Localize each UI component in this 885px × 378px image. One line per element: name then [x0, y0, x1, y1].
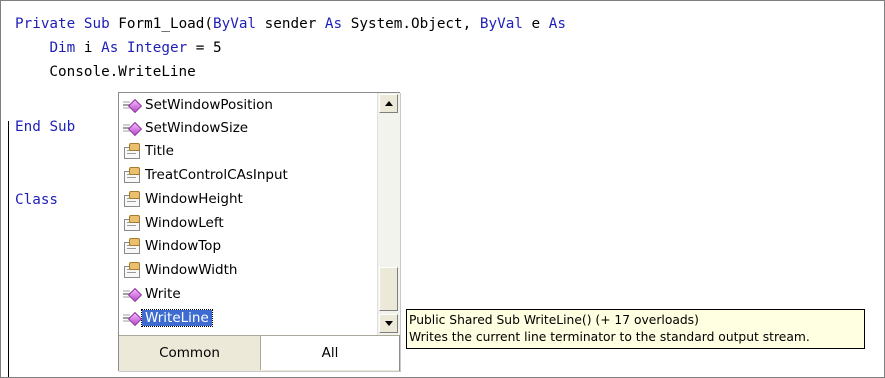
completion-item-label: SetWindowPosition — [145, 97, 273, 113]
scroll-up-button[interactable] — [379, 94, 398, 113]
code-text: System.Object, — [342, 16, 480, 32]
completion-item-label: Write — [145, 286, 181, 302]
completion-item[interactable]: Title — [121, 140, 375, 162]
keyword: Integer — [126, 40, 188, 56]
code-text: = 5 — [187, 40, 222, 56]
keyword: Dim — [49, 40, 76, 56]
property-icon — [123, 191, 140, 207]
keyword: Private — [15, 16, 76, 32]
quick-info-tooltip: Public Shared Sub WriteLine() (+ 17 over… — [406, 309, 865, 349]
code-line-1[interactable]: Private Sub Form1_Load(ByVal sender As S… — [15, 15, 566, 33]
keyword: As — [324, 16, 343, 32]
intellisense-popup[interactable]: SetWindowPosition SetWindowSize Title Tr… — [118, 92, 400, 371]
completion-item[interactable]: WindowHeight — [121, 188, 375, 210]
method-icon — [123, 97, 143, 114]
completion-item-label: WriteLine — [141, 309, 213, 327]
completion-item[interactable]: WindowTop — [121, 235, 375, 257]
property-icon — [123, 167, 140, 183]
scroll-thumb[interactable] — [379, 267, 398, 311]
keyword: As — [101, 40, 119, 56]
property-icon — [123, 262, 140, 278]
completion-item-label: WindowLeft — [145, 215, 224, 231]
method-icon — [123, 286, 143, 303]
completion-item[interactable]: WindowWidth — [121, 259, 375, 281]
code-text: sender — [256, 16, 325, 32]
completion-item-label: WindowTop — [145, 238, 222, 254]
completion-item[interactable]: WindowLeft — [121, 212, 375, 234]
property-icon — [123, 238, 140, 254]
code-text: Form1_Load( — [109, 16, 213, 32]
completion-item-label: SetWindowSize — [145, 120, 249, 136]
tab-common[interactable]: Common — [119, 336, 260, 370]
code-text: e — [522, 16, 549, 32]
tab-all[interactable]: All — [260, 336, 399, 370]
code-text: i — [75, 40, 102, 56]
arrow-down-icon — [385, 321, 393, 326]
keyword: ByVal — [213, 16, 257, 32]
editor-margin-line — [8, 121, 9, 377]
keyword: Sub — [83, 16, 110, 32]
keyword: ByVal — [479, 16, 523, 32]
tooltip-signature: Public Shared Sub WriteLine() (+ 17 over… — [409, 313, 699, 327]
completion-item-label: TreatControlCAsInput — [145, 167, 288, 183]
tooltip-description: Writes the current line terminator to th… — [409, 330, 810, 344]
keyword: End — [15, 119, 41, 135]
property-icon — [123, 215, 140, 231]
completion-item[interactable]: TreatControlCAsInput — [121, 164, 375, 186]
vertical-scrollbar[interactable] — [377, 93, 400, 335]
code-line-2[interactable]: Dim i As Integer = 5 — [15, 39, 222, 57]
code-line-4[interactable]: End Sub — [15, 118, 75, 136]
keyword: Class — [15, 192, 59, 208]
code-line-5[interactable]: Class — [15, 191, 58, 209]
property-icon — [123, 143, 140, 159]
method-icon — [123, 120, 143, 137]
scroll-down-button[interactable] — [379, 314, 398, 333]
method-icon — [123, 310, 143, 327]
completion-item-label: Title — [145, 143, 174, 159]
completion-item-label: WindowHeight — [145, 191, 243, 207]
completion-item-label: WindowWidth — [145, 262, 238, 278]
keyword: Sub — [49, 119, 76, 135]
completion-item[interactable]: Write — [121, 283, 375, 305]
arrow-up-icon — [385, 101, 393, 106]
filter-tabs: Common All — [119, 335, 399, 371]
completion-list[interactable]: SetWindowPosition SetWindowSize Title Tr… — [119, 93, 377, 335]
code-text: Console.WriteLine — [15, 64, 196, 80]
keyword: As — [548, 16, 566, 32]
completion-item-selected[interactable]: WriteLine — [121, 307, 375, 329]
code-line-3[interactable]: Console.WriteLine — [15, 63, 196, 81]
completion-item[interactable]: SetWindowSize — [121, 117, 375, 139]
completion-item[interactable]: SetWindowPosition — [121, 94, 375, 116]
